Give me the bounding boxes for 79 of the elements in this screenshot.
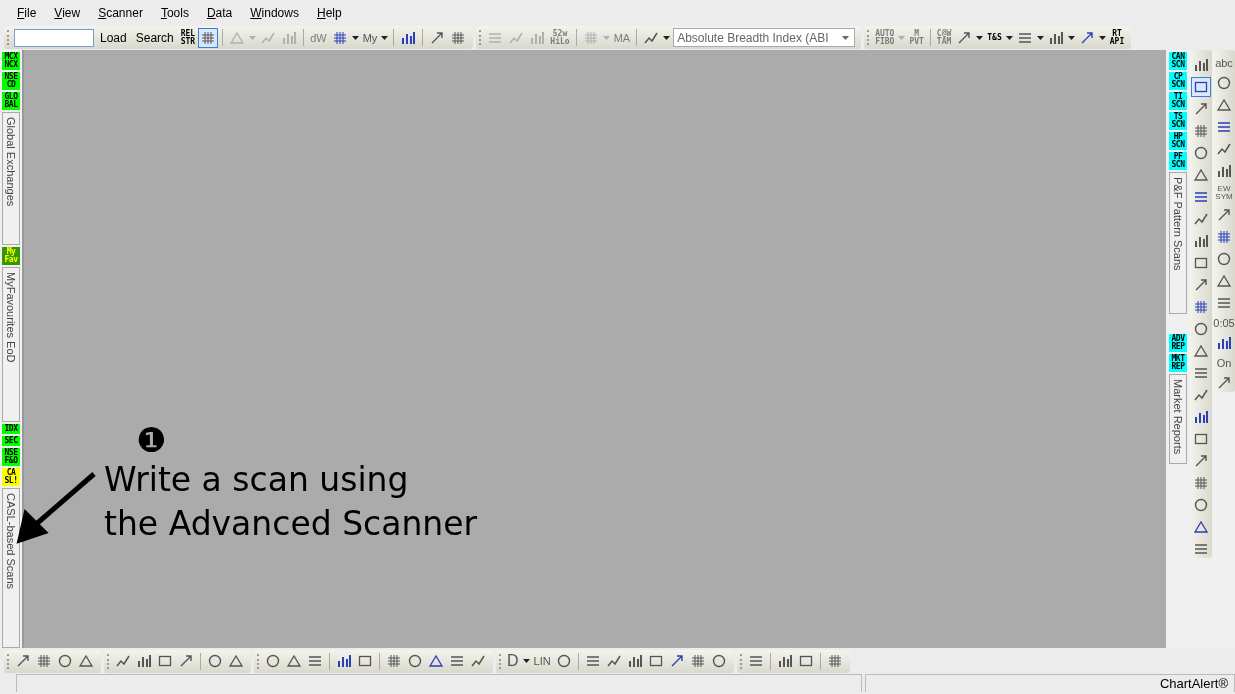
grid-icon[interactable] (1192, 298, 1210, 316)
circle-icon[interactable] (1192, 320, 1210, 338)
scan-badge[interactable]: NSE F&O (2, 448, 20, 466)
scan-badge[interactable]: MKT REP (1169, 354, 1187, 372)
caret-icon[interactable] (663, 35, 671, 40)
menu-item[interactable]: Help (307, 5, 351, 20)
menu-item[interactable]: View (45, 5, 90, 20)
square-icon[interactable] (1192, 78, 1210, 96)
tool-text-button[interactable]: 0:05 (1212, 316, 1235, 330)
grid-icon[interactable] (1192, 474, 1210, 492)
indicator-dropdown[interactable]: Absolute Breadth Index (ABI (673, 28, 856, 47)
grid-icon[interactable] (35, 652, 53, 670)
toolbar-button[interactable]: Search (132, 28, 177, 47)
menu-item[interactable]: Tools (151, 5, 198, 20)
tool-text-button[interactable]: abc (1214, 56, 1234, 70)
sidebar-tab[interactable]: Market Reports (1169, 374, 1187, 464)
annotation-text: Write a scan using the Advanced Scanner (104, 459, 478, 545)
toolbar-text-button[interactable]: RT API (1108, 28, 1126, 47)
caret-icon[interactable] (381, 35, 389, 40)
scan-badge[interactable]: HP SCN (1169, 132, 1187, 150)
toolbar-text-button[interactable]: D (506, 654, 520, 668)
bars-icon[interactable] (1215, 162, 1233, 180)
bars-icon[interactable] (135, 652, 153, 670)
circle-icon[interactable] (1192, 144, 1210, 162)
bars-icon[interactable] (335, 652, 353, 670)
circle-icon[interactable] (406, 652, 424, 670)
caret-icon[interactable] (1005, 35, 1013, 40)
circle-icon[interactable] (1215, 74, 1233, 92)
scan-badge[interactable]: TS SCN (1169, 112, 1187, 130)
menu-item[interactable]: File (8, 5, 46, 20)
tool-text-button[interactable]: On (1215, 356, 1233, 370)
caret-icon[interactable] (1067, 35, 1075, 40)
bars-icon[interactable] (1192, 408, 1210, 426)
sidebar-tab[interactable]: Global Exchanges (2, 112, 20, 245)
sidebar-tab[interactable]: P&F Pattern Scans (1169, 172, 1187, 314)
toolbar-text-button[interactable]: LIN (532, 654, 552, 668)
menu-item[interactable]: Data (197, 5, 242, 20)
scan-badge[interactable]: GLO BAL (2, 92, 20, 110)
toolbar-text-button[interactable]: T&S (986, 32, 1003, 43)
caret-icon[interactable] (1036, 35, 1044, 40)
grid-icon[interactable] (1215, 228, 1233, 246)
tool-text-button[interactable]: EW SYM (1214, 184, 1234, 202)
scan-badge[interactable]: IDX (2, 424, 20, 434)
scan-badge[interactable]: ADV REP (1169, 334, 1187, 352)
sidebar-tab[interactable]: MyFavourites EoD (2, 267, 20, 422)
bars-icon[interactable] (1192, 232, 1210, 250)
scan-badge[interactable]: CP SCN (1169, 72, 1187, 90)
scan-badge[interactable]: NSE CD (2, 72, 20, 90)
sidebar-tab[interactable]: CASL-based Scans (2, 488, 20, 648)
toolbar-text-button[interactable]: REL STR (179, 28, 197, 47)
circle-icon[interactable] (264, 652, 282, 670)
circle-icon[interactable] (206, 652, 224, 670)
bars-icon[interactable] (1192, 56, 1210, 74)
toolbar-button[interactable]: Load (97, 28, 130, 47)
caret-icon[interactable] (976, 35, 984, 40)
scan-badge[interactable]: CAN SCN (1169, 52, 1187, 70)
scan-badge[interactable]: MCX NCX (2, 52, 20, 70)
toolbar-text-button[interactable]: My (361, 30, 379, 45)
caret-icon[interactable] (522, 659, 530, 663)
bars-icon[interactable] (1215, 334, 1233, 352)
app-name: ChartAlert® (1159, 676, 1228, 691)
symbol-input-field[interactable] (14, 28, 94, 47)
scan-badge[interactable]: SEC (2, 436, 20, 446)
caret-icon (842, 35, 850, 40)
circle-icon[interactable] (56, 652, 74, 670)
circle-icon[interactable] (1192, 496, 1210, 514)
grid-icon[interactable] (1192, 122, 1210, 140)
grid-icon[interactable] (385, 652, 403, 670)
caret-icon[interactable] (351, 35, 359, 40)
scan-badge[interactable]: CA SL! (2, 468, 20, 486)
scan-badge[interactable]: PF SCN (1169, 152, 1187, 170)
caret-icon[interactable] (1098, 35, 1106, 40)
step-number: ❶ (136, 420, 167, 460)
menu-item[interactable]: Scanner (89, 5, 152, 20)
scan-badge[interactable]: TI SCN (1169, 92, 1187, 110)
menu-item[interactable]: Windows (241, 5, 308, 20)
arrow-icon (16, 472, 96, 544)
circle-icon[interactable] (1215, 250, 1233, 268)
grid-icon[interactable] (199, 28, 218, 47)
